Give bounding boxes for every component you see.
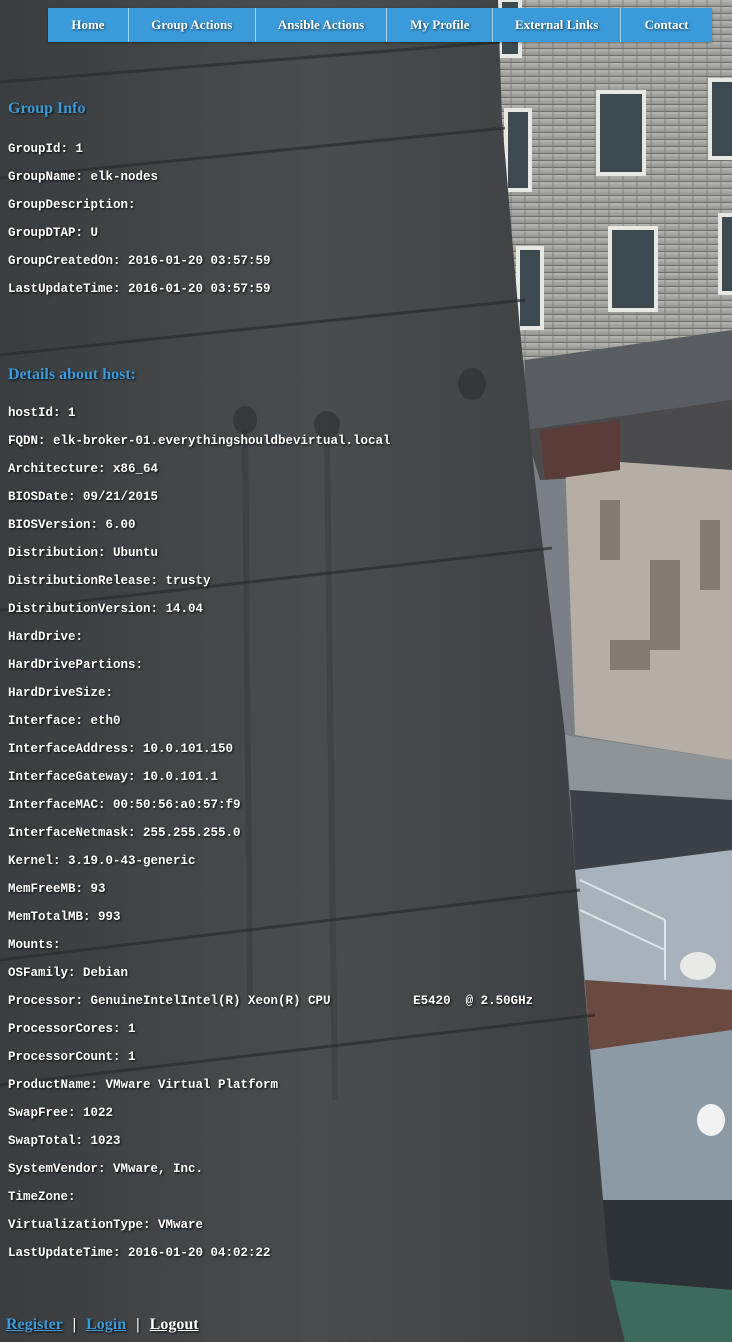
info-row: GroupId: 1 [8,142,84,156]
info-row: InterfaceMAC: 00:50:56:a0:57:f9 [8,798,241,812]
separator: | [136,1316,140,1333]
nav-contact-link[interactable]: Contact [621,8,712,42]
info-row: HardDrive: [8,630,84,644]
info-row: InterfaceGateway: 10.0.101.1 [8,770,219,784]
info-row: DistributionVersion: 14.04 [8,602,204,616]
info-row: BIOSVersion: 6.00 [8,518,136,532]
info-row: ProcessorCount: 1 [8,1050,136,1064]
info-row: DistributionRelease: trusty [8,574,211,588]
info-row: MemFreeMB: 93 [8,882,106,896]
group-info-title: Group Info [8,100,86,117]
info-row: HardDriveSize: [8,686,114,700]
info-row: Architecture: x86_64 [8,462,159,476]
info-row: InterfaceAddress: 10.0.101.150 [8,742,234,756]
info-row: Processor: GenuineIntelIntel(R) Xeon(R) … [8,994,534,1008]
info-row: LastUpdateTime: 2016-01-20 04:02:22 [8,1246,271,1260]
info-row: BIOSDate: 09/21/2015 [8,490,159,504]
info-row: OSFamily: Debian [8,966,129,980]
host-details-title: Details about host: [8,366,137,383]
info-row: LastUpdateTime: 2016-01-20 03:57:59 [8,282,271,296]
host-details-list: hostId: 1 FQDN: elk-broker-01.everythings… [8,404,533,1272]
info-row: TimeZone: [8,1190,76,1204]
info-row: GroupDTAP: U [8,226,99,240]
info-row: GroupCreatedOn: 2016-01-20 03:57:59 [8,254,271,268]
info-row: hostId: 1 [8,406,76,420]
separator: | [72,1316,77,1333]
nav-my-profile-link[interactable]: My Profile [387,8,494,42]
info-row: Distribution: Ubuntu [8,546,159,560]
logout-link[interactable]: Logout [150,1316,199,1333]
info-row: HardDrivePartions: [8,658,144,672]
info-row: MemTotalMB: 993 [8,910,121,924]
info-row: SwapFree: 1022 [8,1106,114,1120]
info-row: Interface: eth0 [8,714,121,728]
nav-ansible-actions-link[interactable]: Ansible Actions [256,8,388,42]
info-row: ProductName: VMware Virtual Platform [8,1078,279,1092]
info-row: SystemVendor: VMware, Inc. [8,1162,204,1176]
info-row: VirtualizationType: VMware [8,1218,204,1232]
nav-home-link[interactable]: Home [48,8,129,42]
top-nav: Home Group Actions Ansible Actions My Pr… [48,8,712,42]
info-row: InterfaceNetmask: 255.255.255.0 [8,826,241,840]
auth-links: Register | Login | Logout [6,1316,199,1334]
info-row: Mounts: [8,938,61,952]
info-row: Kernel: 3.19.0-43-generic [8,854,196,868]
register-link[interactable]: Register [6,1316,63,1333]
info-row: FQDN: elk-broker-01.everythingshouldbevi… [8,434,391,448]
login-link[interactable]: Login [86,1316,126,1333]
info-row: GroupDescription: [8,198,136,212]
info-row: ProcessorCores: 1 [8,1022,136,1036]
nav-group-actions-link[interactable]: Group Actions [129,8,256,42]
group-info-list: GroupId: 1 GroupName: elk-nodes GroupDescr… [8,140,271,308]
nav-external-links-link[interactable]: External Links [493,8,622,42]
info-row: SwapTotal: 1023 [8,1134,121,1148]
info-row: GroupName: elk-nodes [8,170,159,184]
